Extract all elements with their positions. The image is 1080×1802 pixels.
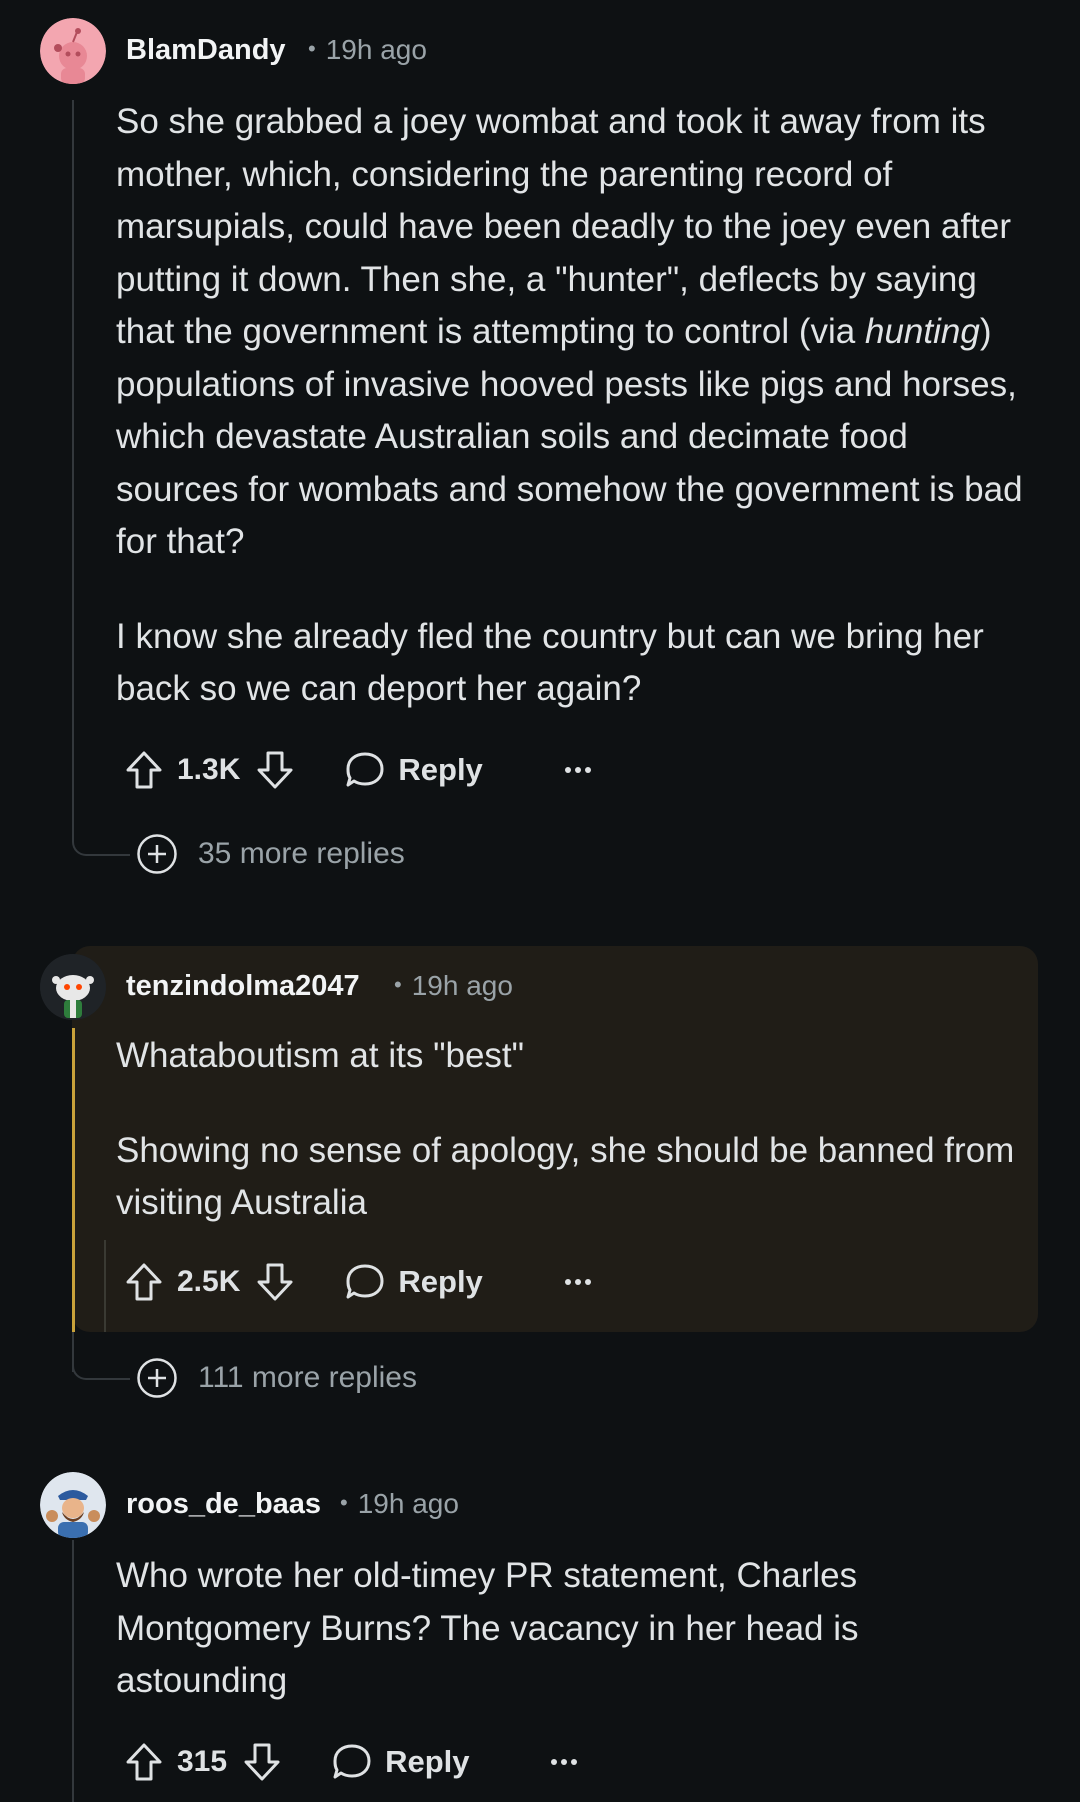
- avatar[interactable]: [40, 1472, 106, 1538]
- comment-actions: 1.3K Reply: [125, 745, 593, 795]
- reply-button[interactable]: Reply: [344, 750, 483, 790]
- comment-paragraph: Who wrote her old-timey PR statement, Ch…: [116, 1556, 859, 1700]
- vote-count: 2.5K: [177, 1265, 241, 1298]
- comment-body: Who wrote her old-timey PR statement, Ch…: [116, 1550, 1036, 1708]
- upvote-icon[interactable]: [125, 1742, 163, 1782]
- comment-actions: 315 Reply: [125, 1737, 579, 1787]
- upvote-icon[interactable]: [125, 750, 163, 790]
- reply-button[interactable]: Reply: [331, 1742, 469, 1782]
- more-replies-label: 111 more replies: [198, 1361, 417, 1394]
- thread-line: [72, 1540, 74, 1802]
- more-options-icon[interactable]: [563, 1277, 593, 1287]
- comment-author[interactable]: roos_de_baas: [126, 1488, 321, 1521]
- reply-button[interactable]: Reply: [344, 1262, 483, 1302]
- comment-paragraph: Whataboutism at its "best": [116, 1036, 525, 1075]
- thread-line: [72, 100, 74, 840]
- comment-paragraph: I know she already fled the country but …: [116, 616, 984, 709]
- comment-author[interactable]: tenzindolma2047: [126, 970, 360, 1003]
- downvote-icon[interactable]: [256, 1262, 294, 1302]
- comment-body: Whataboutism at its "best" Showing no se…: [116, 1030, 1036, 1230]
- comment-timestamp: • 19h ago: [394, 970, 513, 1001]
- vote-count: 1.3K: [177, 753, 241, 786]
- comment-timestamp: • 19h ago: [340, 1488, 459, 1519]
- comment-paragraph: Showing no sense of apology, she should …: [116, 1130, 1015, 1223]
- speech-bubble-icon: [344, 750, 386, 790]
- downvote-icon[interactable]: [256, 750, 294, 790]
- more-replies-button[interactable]: 35 more replies: [136, 833, 405, 875]
- thread-elbow: [72, 1332, 130, 1380]
- speech-bubble-icon: [331, 1742, 373, 1782]
- avatar[interactable]: [40, 18, 106, 84]
- comment-timestamp: • 19h ago: [308, 34, 427, 65]
- upvote-icon[interactable]: [125, 1262, 163, 1302]
- vote-count: 315: [177, 1745, 228, 1778]
- comment-actions: 2.5K Reply: [125, 1257, 593, 1307]
- avatar[interactable]: [40, 954, 106, 1020]
- more-options-icon[interactable]: [549, 1757, 579, 1767]
- comment-author[interactable]: BlamDandy: [126, 34, 286, 67]
- plus-circle-icon: [136, 833, 178, 875]
- thread-elbow: [72, 800, 130, 856]
- reply-label: Reply: [385, 1744, 470, 1779]
- comment-paragraph: So she grabbed a joey wombat and took it…: [116, 102, 1023, 561]
- plus-circle-icon: [136, 1357, 178, 1399]
- reply-label: Reply: [398, 1264, 483, 1299]
- more-options-icon[interactable]: [563, 765, 593, 775]
- highlight-accent-bar: [72, 1028, 75, 1332]
- reply-label: Reply: [398, 752, 483, 787]
- more-replies-button[interactable]: 111 more replies: [136, 1357, 417, 1399]
- downvote-icon[interactable]: [243, 1742, 281, 1782]
- speech-bubble-icon: [344, 1262, 386, 1302]
- comment-body: So she grabbed a joey wombat and took it…: [116, 96, 1036, 716]
- more-replies-label: 35 more replies: [198, 837, 405, 870]
